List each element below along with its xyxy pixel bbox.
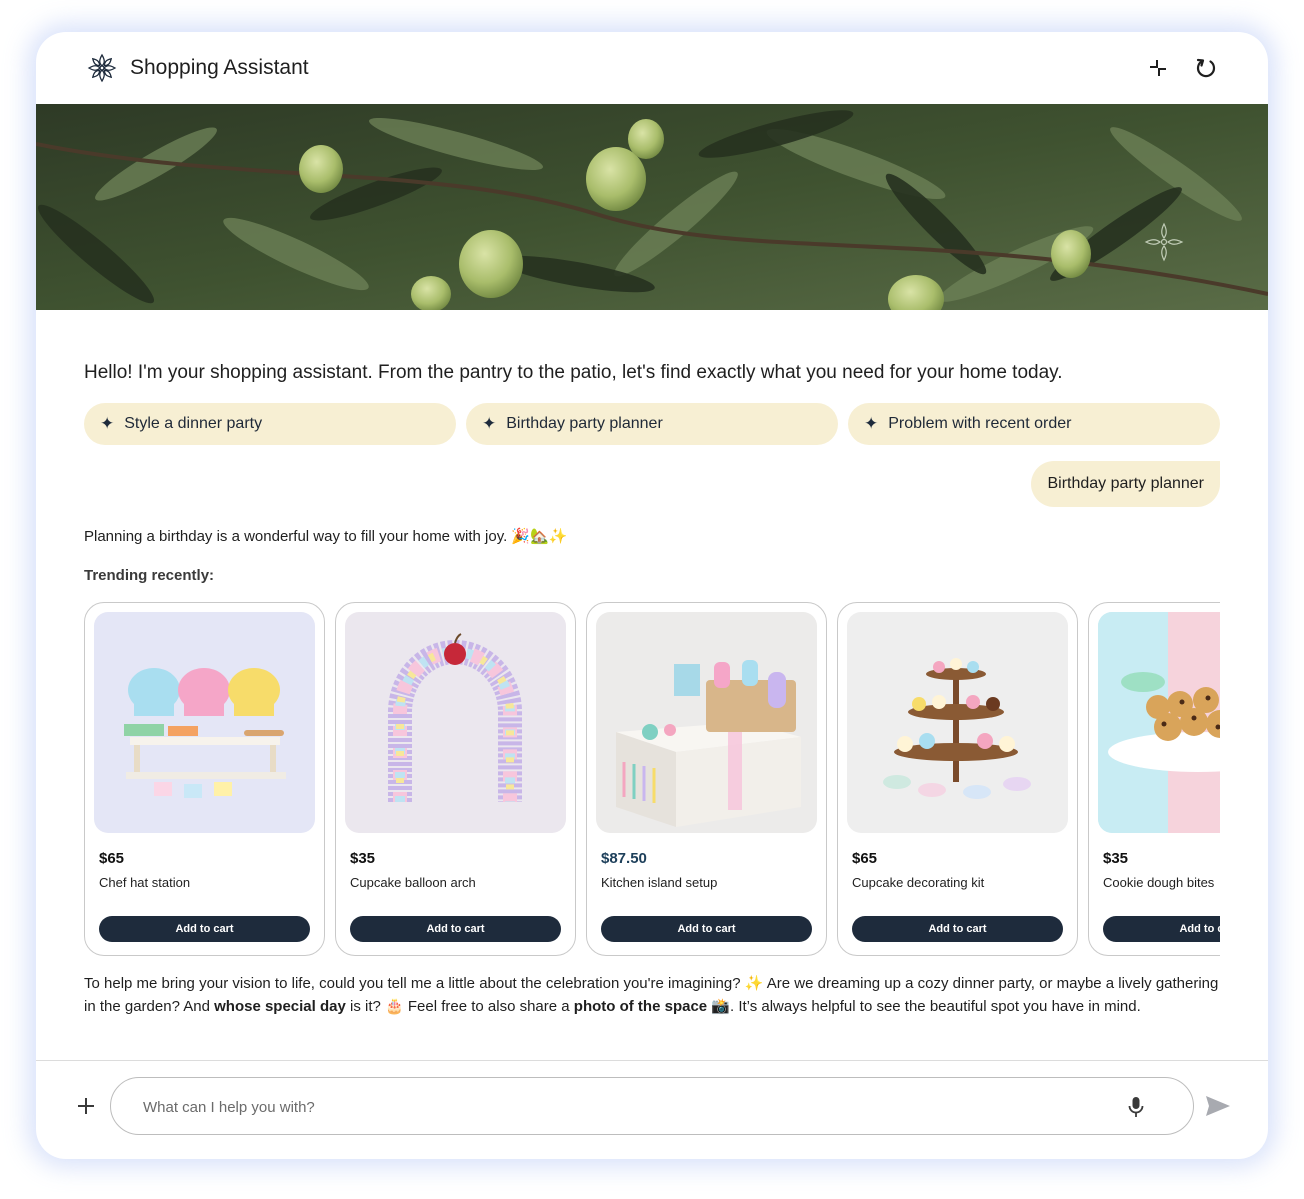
add-to-cart-button[interactable]: Add to cart — [852, 916, 1063, 942]
message-input-container — [110, 1077, 1194, 1135]
app-title: Shopping Assistant — [130, 56, 309, 79]
plus-icon — [78, 1098, 94, 1114]
product-price: $35 — [350, 850, 376, 867]
sparkle-icon: ✦ — [482, 414, 497, 433]
product-image-cupcake-balloon-arch — [345, 612, 566, 833]
message-input[interactable] — [143, 1094, 1103, 1120]
product-carousel[interactable]: $65 Chef hat station Add to cart $35 Cup… — [84, 602, 1220, 956]
product-name: Cupcake balloon arch — [350, 875, 476, 890]
send-icon — [1206, 1096, 1230, 1116]
product-price: $65 — [852, 850, 878, 867]
followup-emphasis: photo of the space — [573, 998, 708, 1015]
product-image-kitchen-island-setup — [596, 612, 817, 833]
product-image-chef-hat-station — [94, 612, 315, 833]
reset-conversation-button[interactable] — [1192, 54, 1220, 82]
product-name: Cookie dough bites — [1103, 875, 1215, 890]
minimize-icon — [1150, 60, 1166, 76]
product-card[interactable]: $35 Cupcake balloon arch Add to cart — [335, 602, 576, 956]
suggestion-chip-dinner-party[interactable]: ✦ Style a dinner party — [84, 403, 456, 445]
flower-logo-icon — [86, 52, 118, 84]
product-card[interactable]: $65 Chef hat station Add to cart — [84, 602, 325, 956]
followup-text: is it? 🎂 Feel free to also share a — [345, 998, 574, 1015]
product-name: Kitchen island setup — [601, 875, 718, 890]
sparkle-icon: ✦ — [864, 414, 879, 433]
product-price: $65 — [99, 850, 125, 867]
suggestion-chips: ✦ Style a dinner party ✦ Birthday party … — [84, 403, 1220, 445]
product-price: $87.50 — [601, 850, 647, 867]
assistant-window: Shopping Assistant Hello! I'm your shopp… — [36, 32, 1268, 1159]
product-card[interactable]: $35 Cookie dough bites Add to cart — [1088, 602, 1220, 956]
suggestion-chip-label: Style a dinner party — [124, 415, 263, 432]
refresh-icon — [1196, 58, 1216, 78]
microphone-icon — [1128, 1097, 1144, 1117]
add-to-cart-button[interactable]: Add to cart — [350, 916, 561, 942]
assistant-followup-text: To help me bring your vision to life, co… — [84, 972, 1224, 1018]
header: Shopping Assistant — [36, 32, 1268, 104]
product-image-cupcake-decorating-kit — [847, 612, 1068, 833]
product-name: Chef hat station — [99, 875, 191, 890]
user-message-bubble: Birthday party planner — [1031, 461, 1220, 507]
microphone-button[interactable] — [1123, 1094, 1149, 1120]
suggestion-chip-label: Problem with recent order — [888, 415, 1072, 432]
assistant-intro-text: Planning a birthday is a wonderful way t… — [84, 528, 568, 545]
trending-heading: Trending recently: — [84, 567, 215, 584]
product-card[interactable]: $65 Cupcake decorating kit Add to cart — [837, 602, 1078, 956]
followup-text: 📸. It’s always helpful to see the beauti… — [707, 998, 1141, 1015]
sparkle-icon: ✦ — [100, 414, 115, 433]
assistant-greeting: Hello! I'm your shopping assistant. From… — [84, 362, 1063, 383]
followup-emphasis: whose special day — [214, 998, 346, 1015]
add-to-cart-button[interactable]: Add to cart — [99, 916, 310, 942]
product-card[interactable]: $87.50 Kitchen island setup Add to cart — [586, 602, 827, 956]
suggestion-chip-label: Birthday party planner — [506, 415, 663, 432]
minimize-button[interactable] — [1144, 54, 1172, 82]
add-attachment-button[interactable] — [74, 1094, 98, 1118]
olive-branch-banner — [36, 104, 1268, 310]
send-button[interactable] — [1204, 1092, 1232, 1120]
add-to-cart-button[interactable]: Add to cart — [601, 916, 812, 942]
product-image-cookie-dough-bites — [1098, 612, 1220, 833]
product-price: $35 — [1103, 850, 1129, 867]
suggestion-chip-birthday-planner[interactable]: ✦ Birthday party planner — [466, 403, 838, 445]
product-name: Cupcake decorating kit — [852, 875, 985, 890]
add-to-cart-button[interactable]: Add to cart — [1103, 916, 1220, 942]
suggestion-chip-order-problem[interactable]: ✦ Problem with recent order — [848, 403, 1220, 445]
composer-divider — [36, 1060, 1268, 1061]
